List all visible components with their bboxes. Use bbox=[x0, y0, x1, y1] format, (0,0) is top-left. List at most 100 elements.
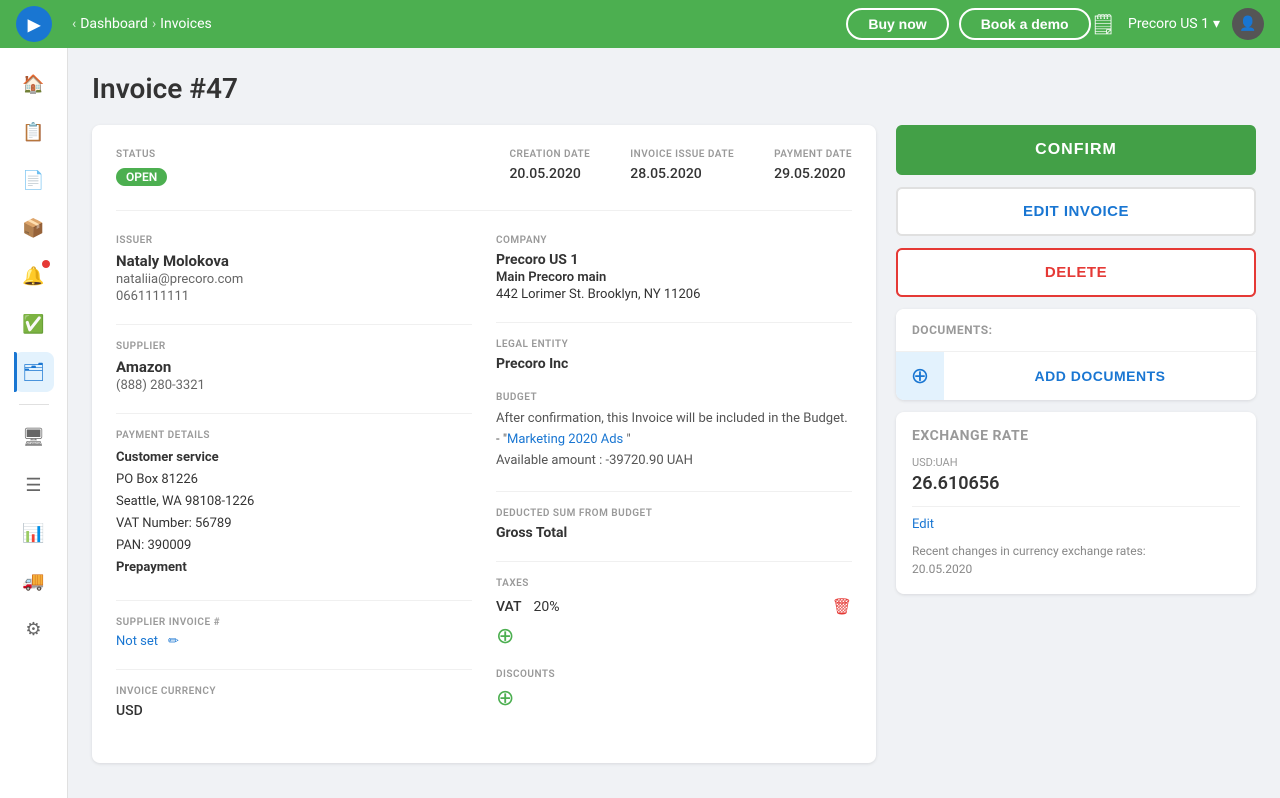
status-label: STATUS bbox=[116, 149, 469, 160]
confirm-button[interactable]: CONFIRM bbox=[896, 125, 1256, 175]
sidebar-item-purchase-orders[interactable]: 📄 bbox=[14, 160, 54, 200]
add-documents-button[interactable]: ADD DOCUMENTS bbox=[944, 354, 1256, 398]
navbar-center-buttons: Buy now Book a demo bbox=[846, 8, 1090, 40]
tax-name: VAT bbox=[496, 599, 521, 615]
exchange-edit-link[interactable]: Edit bbox=[912, 517, 1240, 532]
budget-label: BUDGET bbox=[496, 392, 852, 403]
sidebar-item-receiving[interactable]: 📦 bbox=[14, 208, 54, 248]
issuer-label: ISSUER bbox=[116, 235, 472, 246]
delete-tax-icon[interactable]: 🗑 bbox=[832, 597, 852, 616]
payment-line3: Seattle, WA 98108-1226 bbox=[116, 491, 472, 513]
add-document-icon[interactable]: ⊕ bbox=[896, 352, 944, 400]
tax-row: VAT 20% 🗑 bbox=[496, 597, 852, 616]
sidebar-item-list[interactable]: ☰ bbox=[14, 465, 54, 505]
add-documents-row: ⊕ ADD DOCUMENTS bbox=[896, 351, 1256, 400]
sidebar-item-invoices[interactable]: 🗂 bbox=[14, 352, 54, 392]
breadcrumb-sep: › bbox=[152, 16, 156, 32]
supplier-name: Amazon bbox=[116, 358, 472, 376]
invoice-currency-label: INVOICE CURRENCY bbox=[116, 686, 472, 697]
issue-date-label: INVOICE ISSUE DATE bbox=[630, 149, 734, 160]
sidebar-item-suppliers[interactable]: 🚚 bbox=[14, 561, 54, 601]
sidebar-item-settings[interactable]: ⚙ bbox=[14, 609, 54, 649]
deducted-section: DEDUCTED SUM FROM BUDGET Gross Total bbox=[496, 508, 852, 541]
status-badge: OPEN bbox=[116, 168, 167, 186]
exchange-rate-value: 26.610656 bbox=[912, 473, 1240, 494]
issuer-email: nataliia@precoro.com bbox=[116, 272, 472, 287]
deducted-value: Gross Total bbox=[496, 525, 852, 541]
page-title: Invoice #47 bbox=[92, 72, 1256, 105]
budget-link[interactable]: Marketing 2020 Ads bbox=[507, 432, 623, 447]
budget-text-post: " bbox=[623, 432, 630, 447]
payment-line4: VAT Number: 56789 bbox=[116, 513, 472, 535]
discounts-label: DISCOUNTS bbox=[496, 669, 852, 680]
divider-2 bbox=[116, 413, 472, 414]
issue-date-value: 28.05.2020 bbox=[630, 166, 734, 182]
taxes-label: TAXES bbox=[496, 578, 852, 589]
sidebar-item-analytics[interactable]: 📊 bbox=[14, 513, 54, 553]
exchange-note: Recent changes in currency exchange rate… bbox=[912, 542, 1240, 578]
invoice-header-row: STATUS OPEN CREATION DATE 20.05.2020 INV… bbox=[116, 149, 852, 211]
payment-details-label: PAYMENT DETAILS bbox=[116, 430, 472, 441]
edit-supplier-invoice-icon[interactable]: ✏ bbox=[168, 634, 179, 649]
budget-section: BUDGET After confirmation, this Invoice … bbox=[496, 392, 852, 471]
payment-details-section: PAYMENT DETAILS Customer service PO Box … bbox=[116, 430, 472, 580]
status-section: STATUS OPEN bbox=[116, 149, 469, 186]
supplier-label: SUPPLIER bbox=[116, 341, 472, 352]
issuer-name: Nataly Molokova bbox=[116, 252, 472, 270]
breadcrumb-invoices[interactable]: Invoices bbox=[160, 16, 212, 32]
invoice-card: STATUS OPEN CREATION DATE 20.05.2020 INV… bbox=[92, 125, 876, 763]
payment-line5: PAN: 390009 bbox=[116, 535, 472, 557]
divider-7 bbox=[496, 561, 852, 562]
sidebar-divider bbox=[19, 404, 49, 405]
company-main: Main Precoro main bbox=[496, 270, 852, 285]
exchange-rate-card: EXCHANGE RATE USD:UAH 26.610656 Edit Rec… bbox=[896, 412, 1256, 594]
invoice-right-col: COMPANY Precoro US 1 Main Precoro main 4… bbox=[496, 235, 852, 739]
sidebar-item-reports[interactable]: 🖥 bbox=[14, 417, 54, 457]
creation-date-section: CREATION DATE 20.05.2020 bbox=[509, 149, 590, 186]
edit-invoice-button[interactable]: EDIT INVOICE bbox=[896, 187, 1256, 236]
payment-line2: PO Box 81226 bbox=[116, 469, 472, 491]
supplier-invoice-section: SUPPLIER INVOICE # Not set ✏ bbox=[116, 617, 472, 649]
discounts-section: DISCOUNTS ⊕ bbox=[496, 669, 852, 711]
sidebar-item-home[interactable]: 🏠 bbox=[14, 64, 54, 104]
navbar-right: 🗒 Precoro US 1 ▾ 👤 bbox=[1091, 8, 1264, 40]
divider-4 bbox=[116, 669, 472, 670]
company-name: Precoro US 1 bbox=[1128, 16, 1209, 32]
breadcrumb: ‹ Dashboard › Invoices bbox=[72, 16, 846, 32]
payment-details-value: Customer service PO Box 81226 Seattle, W… bbox=[116, 447, 472, 580]
invoice-currency-value: USD bbox=[116, 703, 472, 719]
exchange-note-date: 20.05.2020 bbox=[912, 562, 972, 576]
payment-date-value: 29.05.2020 bbox=[774, 166, 852, 182]
document-icon: 🗒 bbox=[1091, 12, 1116, 36]
add-tax-button[interactable]: ⊕ bbox=[496, 624, 514, 649]
company-address: 442 Lorimer St. Brooklyn, NY 11206 bbox=[496, 287, 852, 302]
supplier-invoice-value[interactable]: Not set bbox=[116, 634, 158, 649]
budget-available: Available amount : -39720.90 UAH bbox=[496, 453, 693, 468]
divider-5 bbox=[496, 322, 852, 323]
creation-date-label: CREATION DATE bbox=[509, 149, 590, 160]
add-discount-button[interactable]: ⊕ bbox=[496, 686, 514, 711]
sidebar: 🏠 📋 📄 📦 🔔 ✅ 🗂 🖥 ☰ 📊 🚚 ⚙ bbox=[0, 48, 68, 798]
sidebar-item-approvals[interactable]: ✅ bbox=[14, 304, 54, 344]
right-panel: CONFIRM EDIT INVOICE DELETE DOCUMENTS: ⊕… bbox=[896, 125, 1256, 594]
delete-button[interactable]: DELETE bbox=[896, 248, 1256, 297]
exchange-rate-title: EXCHANGE RATE bbox=[912, 428, 1240, 444]
buy-now-button[interactable]: Buy now bbox=[846, 8, 948, 40]
user-avatar[interactable]: 👤 bbox=[1232, 8, 1264, 40]
payment-line6: Prepayment bbox=[116, 557, 472, 579]
chevron-left-icon: ‹ bbox=[72, 16, 76, 32]
content-area: Invoice #47 STATUS OPEN CREATION DATE 20… bbox=[68, 48, 1280, 798]
sidebar-item-notifications[interactable]: 🔔 bbox=[14, 256, 54, 296]
creation-date-value: 20.05.2020 bbox=[509, 166, 590, 182]
book-demo-button[interactable]: Book a demo bbox=[959, 8, 1091, 40]
logo: ▶ bbox=[16, 6, 52, 42]
breadcrumb-dashboard[interactable]: Dashboard bbox=[80, 16, 148, 32]
supplier-phone: (888) 280-3321 bbox=[116, 378, 472, 393]
invoice-currency-section: INVOICE CURRENCY USD bbox=[116, 686, 472, 719]
exchange-note-text: Recent changes in currency exchange rate… bbox=[912, 544, 1146, 558]
documents-header: DOCUMENTS: bbox=[896, 309, 1256, 351]
documents-card: DOCUMENTS: ⊕ ADD DOCUMENTS bbox=[896, 309, 1256, 400]
supplier-invoice-label: SUPPLIER INVOICE # bbox=[116, 617, 472, 628]
company-selector[interactable]: Precoro US 1 ▾ bbox=[1128, 16, 1220, 32]
sidebar-item-purchase-requests[interactable]: 📋 bbox=[14, 112, 54, 152]
